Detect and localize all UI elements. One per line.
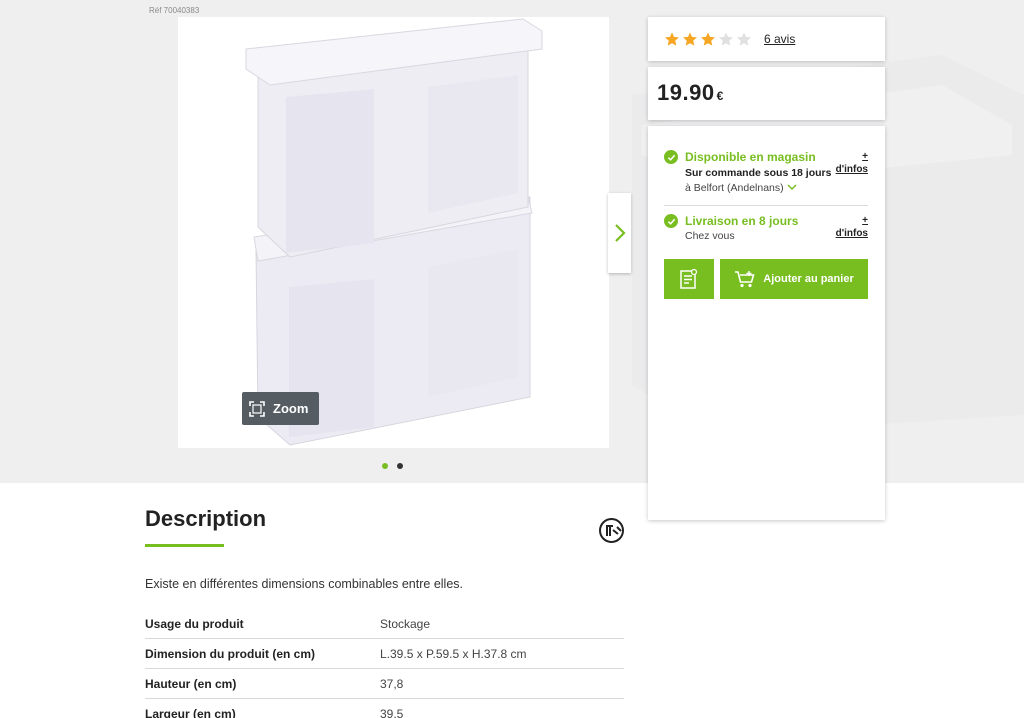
product-reference: Réf 70040383 xyxy=(149,6,200,15)
spec-label: Largeur (en cm) xyxy=(145,706,236,718)
spec-label: Usage du produit xyxy=(145,616,244,631)
store-location[interactable]: à Belfort (Andelnans) xyxy=(685,182,797,194)
store-availability-title: Disponible en magasin xyxy=(685,150,816,164)
expand-icon xyxy=(249,400,265,417)
star-icon xyxy=(665,32,679,46)
price-amount: 19.90 xyxy=(657,80,715,105)
description-text: Existe en différentes dimensions combina… xyxy=(145,577,463,591)
chevron-down-icon xyxy=(787,184,797,191)
more-label: d'infos xyxy=(835,228,868,239)
price-currency: € xyxy=(716,89,724,103)
star-empty-icon xyxy=(719,32,733,46)
shopping-list-icon xyxy=(680,269,698,289)
add-to-list-button[interactable] xyxy=(664,259,714,299)
price-card: 19.90 € xyxy=(648,67,885,120)
spec-label: Hauteur (en cm) xyxy=(145,676,237,691)
store-more-info-link[interactable]: + d'infos xyxy=(836,150,868,176)
carousel-dot[interactable] xyxy=(382,463,388,469)
cart-icon xyxy=(735,271,755,288)
product-image-gallery[interactable]: Zoom xyxy=(178,17,609,448)
next-image-button[interactable] xyxy=(608,193,631,273)
chevron-right-icon xyxy=(614,224,626,242)
delivery-more-info-link[interactable]: + d'infos xyxy=(836,214,868,240)
check-icon xyxy=(664,214,678,228)
description-title: Description xyxy=(145,506,267,531)
spec-value: L.39.5 x P.59.5 x H.37.8 cm xyxy=(380,646,527,661)
more-plus: + xyxy=(862,215,868,226)
table-row: Hauteur (en cm) 37,8 xyxy=(145,669,624,699)
title-underline xyxy=(145,544,224,547)
carousel-dots xyxy=(382,463,403,469)
more-plus: + xyxy=(862,151,868,162)
availability-card: Disponible en magasin Sur commande sous … xyxy=(648,126,885,520)
recycling-logo-icon xyxy=(599,518,624,543)
zoom-label: Zoom xyxy=(273,401,309,416)
spec-value: 37,8 xyxy=(380,676,404,691)
more-label: d'infos xyxy=(835,164,868,175)
rating-card: 6 avis xyxy=(648,17,885,61)
star-icon xyxy=(701,32,715,46)
delivery-location: Chez vous xyxy=(685,230,735,242)
star-icon xyxy=(683,32,697,46)
star-rating xyxy=(664,31,752,47)
star-empty-icon xyxy=(737,32,751,46)
table-row: Dimension du produit (en cm) L.39.5 x P.… xyxy=(145,639,624,669)
table-row: Usage du produit Stockage xyxy=(145,609,624,639)
carousel-dot[interactable] xyxy=(397,463,403,469)
reviews-link[interactable]: 6 avis xyxy=(764,32,795,46)
spec-label: Dimension du produit (en cm) xyxy=(145,646,315,661)
table-row: Largeur (en cm) 39,5 xyxy=(145,699,624,718)
delivery-title: Livraison en 8 jours xyxy=(685,214,799,228)
divider xyxy=(664,205,868,206)
store-availability-delay: Sur commande sous 18 jours xyxy=(685,167,832,179)
spec-value: 39,5 xyxy=(380,706,404,718)
product-image xyxy=(245,18,543,446)
store-location-label: à Belfort (Andelnans) xyxy=(685,182,784,194)
spec-value: Stockage xyxy=(380,616,431,631)
specs-table: Usage du produit Stockage Dimension du p… xyxy=(145,609,624,718)
add-to-cart-label: Ajouter au panier xyxy=(763,273,854,285)
check-icon xyxy=(664,150,678,164)
add-to-cart-button[interactable]: Ajouter au panier xyxy=(720,259,868,299)
zoom-button[interactable]: Zoom xyxy=(242,392,319,425)
